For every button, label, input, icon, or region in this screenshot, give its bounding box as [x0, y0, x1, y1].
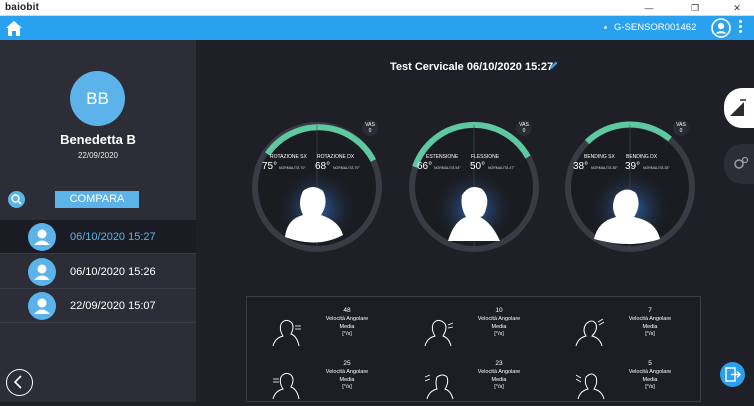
flexion-gauge: ESTENSIONE 66° NORMALITÀ 54° FLESSIONE 5… [404, 117, 544, 257]
exit-icon [725, 367, 741, 382]
sensor-icon [734, 156, 749, 169]
left-normality: NORMALITÀ 35° [591, 166, 618, 170]
right-normality: NORMALITÀ 47° [488, 166, 515, 170]
user-icon[interactable] [711, 18, 731, 38]
head-bending-icon [575, 318, 605, 347]
session-item[interactable]: 06/10/2020 15:27 [0, 220, 196, 254]
right-movement-label: FLESSIONE [471, 154, 500, 160]
angle-icon [730, 99, 746, 116]
right-normality: NORMALITÀ 35° [643, 166, 670, 170]
rotation-gauge: ROTAZIONE SX 75° NORMALITÀ 70° ROTAZIONE… [247, 117, 387, 257]
metric-item: 25 Velocità Angolare Media [°/s] [247, 360, 397, 406]
avatar: BB [70, 71, 125, 126]
patient-date: 22/09/2020 [77, 151, 119, 160]
metric-value: 25 [343, 360, 351, 367]
exit-button[interactable] [720, 362, 745, 387]
metrics-panel: 48 Velocità Angolare Media [°/s] 10 Veloci… [246, 296, 701, 402]
head-rotation-icon [272, 319, 301, 347]
sidebar: BB Benedetta B 22/09/2020 COMPARA 06/10/… [0, 40, 196, 402]
left-normality: NORMALITÀ 70° [279, 166, 306, 170]
close-button[interactable]: ✕ [722, 0, 752, 16]
left-movement-value: 66° [417, 161, 433, 172]
app-header: G-SENSOR001462 [0, 16, 754, 40]
gauge-ring [409, 121, 539, 252]
session-item[interactable]: 06/10/2020 15:26 [0, 255, 196, 289]
left-movement-label: ROTAZIONE SX [270, 154, 307, 160]
metric-label: Velocità Angolare Media [°/s] [628, 369, 672, 390]
metric-label: Velocità Angolare Media [°/s] [325, 316, 369, 337]
chevron-left-icon [13, 375, 22, 389]
range-tool-button[interactable] [724, 88, 754, 128]
left-normality: NORMALITÀ 54° [434, 166, 461, 170]
test-title: Test Cervicale 06/10/2020 15:27 [390, 61, 554, 73]
head-extension-icon [424, 374, 454, 400]
metric-item: 23 Velocità Angolare Media [°/s] [399, 360, 549, 406]
session-label: 22/09/2020 15:07 [70, 300, 156, 312]
back-button[interactable] [6, 369, 33, 396]
metric-value: 5 [648, 360, 652, 367]
session-label: 06/10/2020 15:27 [70, 231, 156, 243]
metric-item: 7 Velocità Angolare Media [°/s] [550, 307, 700, 353]
vas-badge: VAS 0 [362, 120, 378, 136]
metric-label: Velocità Angolare Media [°/s] [628, 316, 672, 337]
vas-value: 0 [679, 128, 683, 134]
gauge-ring [252, 122, 382, 252]
minimize-button[interactable]: — [634, 0, 664, 16]
patient-name: Benedetta B [60, 132, 136, 147]
sensor-tool-button[interactable] [724, 144, 754, 184]
search-icon [11, 194, 22, 205]
metric-label: Velocità Angolare Media [°/s] [477, 316, 521, 337]
vas-badge: VAS 0 [516, 120, 532, 136]
search-button[interactable] [8, 191, 25, 208]
vas-badge: VAS 0 [673, 120, 689, 136]
right-normality: NORMALITÀ 70° [333, 166, 360, 170]
pencil-icon[interactable] [549, 60, 559, 70]
maximize-button[interactable]: ❐ [680, 0, 710, 16]
head-bending-icon [575, 373, 605, 400]
metric-item: 10 Velocità Angolare Media [°/s] [399, 307, 549, 353]
metric-value: 23 [495, 360, 503, 367]
compare-button[interactable]: COMPARA [55, 191, 139, 208]
metric-value: 10 [495, 307, 503, 314]
session-item[interactable]: 22/09/2020 15:07 [0, 289, 196, 323]
more-menu-icon[interactable] [738, 20, 744, 36]
user-icon [28, 292, 56, 320]
right-movement-value: 50° [470, 161, 486, 172]
left-movement-label: BENDING SX [584, 154, 615, 160]
left-movement-value: 38° [573, 161, 589, 172]
right-movement-label: ROTAZIONE DX [317, 154, 355, 160]
session-label: 06/10/2020 15:26 [70, 266, 156, 278]
head-flexion-icon [424, 319, 454, 347]
metric-value: 48 [343, 307, 351, 314]
metric-item: 48 Velocità Angolare Media [°/s] [247, 307, 397, 353]
metric-item: 5 Velocità Angolare Media [°/s] [550, 360, 700, 406]
user-icon [28, 223, 56, 251]
left-movement-label: ESTENSIONE [426, 154, 459, 160]
app-title: baiobit [5, 2, 40, 13]
home-icon[interactable] [4, 18, 24, 38]
right-movement-label: BENDING DX [626, 154, 658, 160]
user-icon [28, 258, 56, 286]
vas-value: 0 [522, 128, 526, 134]
metric-value: 7 [648, 307, 652, 314]
vas-value: 0 [368, 128, 372, 134]
left-movement-value: 75° [262, 161, 278, 172]
gauge-ring [565, 121, 695, 252]
metric-label: Velocità Angolare Media [°/s] [325, 369, 369, 390]
right-movement-value: 68° [315, 161, 331, 172]
head-rotation-icon [272, 372, 300, 400]
metric-label: Velocità Angolare Media [°/s] [477, 369, 521, 390]
device-id: G-SENSOR001462 [614, 22, 697, 33]
bending-gauge: BENDING SX 38° NORMALITÀ 35° BENDING DX … [560, 117, 700, 257]
window-titlebar: baiobit — ❐ ✕ [0, 0, 754, 16]
right-movement-value: 39° [625, 161, 641, 172]
connection-indicator [604, 26, 607, 29]
